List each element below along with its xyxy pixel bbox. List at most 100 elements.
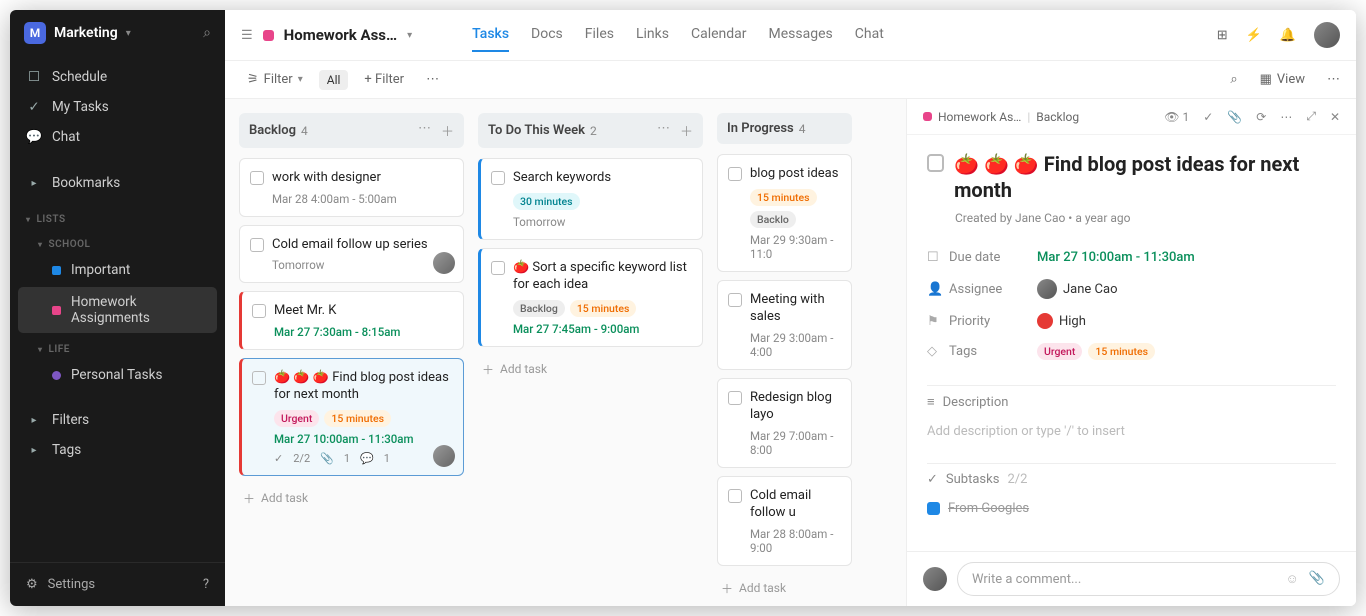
close-icon[interactable]: ✕ — [1330, 110, 1340, 124]
bell-icon[interactable]: 🔔 — [1280, 28, 1296, 43]
tab-docs[interactable]: Docs — [531, 18, 563, 52]
chevron-down-icon[interactable]: ▾ — [407, 30, 412, 41]
add-task-button[interactable]: ＋Add task — [717, 574, 852, 603]
search-icon[interactable]: ⌕ — [1230, 72, 1237, 87]
emoji-icon[interactable]: ☺ — [1286, 571, 1299, 587]
task-complete-checkbox[interactable] — [927, 154, 944, 172]
task-card[interactable]: Cold email follow up series Tomorrow — [239, 225, 464, 284]
task-card[interactable]: Redesign blog layo Mar 29 7:00am - 8:00 — [717, 378, 852, 468]
checkbox[interactable] — [250, 171, 264, 185]
list-important[interactable]: Important — [18, 255, 217, 285]
sidebar-mytasks[interactable]: ✓My Tasks — [18, 92, 217, 122]
task-card[interactable]: Search keywords 30 minutes Tomorrow — [478, 158, 703, 240]
layout-icon: ▦ — [1260, 72, 1272, 87]
subtask-item[interactable]: From Googles — [927, 495, 1336, 522]
checkbox[interactable] — [252, 304, 266, 318]
task-card[interactable]: Meeting with sales Mar 29 3:00am - 4:00 — [717, 280, 852, 370]
checkbox[interactable] — [491, 261, 505, 275]
help-icon[interactable]: ? — [203, 577, 209, 592]
add-filter-button[interactable]: + Filter — [358, 69, 410, 90]
more-icon[interactable]: ⋯ — [1327, 72, 1340, 87]
section-school[interactable]: ▾SCHOOL — [10, 229, 225, 254]
tag-icon: ◇ — [927, 344, 941, 359]
attachment-icon: 📎 — [320, 452, 334, 465]
task-card[interactable]: Cold email follow u Mar 28 8:00am - 9:00 — [717, 476, 852, 566]
column-header[interactable]: To Do This Week 2 ⋯＋ — [478, 113, 703, 148]
add-task-button[interactable]: ＋Add task — [478, 355, 703, 384]
menu-icon[interactable]: ☰ — [241, 28, 253, 43]
filter-all-pill[interactable]: All — [319, 70, 349, 90]
task-card[interactable]: work with designer Mar 28 4:00am - 5:00a… — [239, 158, 464, 217]
card-date: Mar 29 7:00am - 8:00 — [750, 429, 841, 457]
section-lists[interactable]: ▾Lists — [10, 204, 225, 229]
checkbox[interactable] — [728, 167, 742, 181]
view-button[interactable]: ▦View — [1254, 69, 1311, 90]
apps-icon[interactable]: ⊞ — [1217, 28, 1228, 43]
tags-value[interactable]: Urgent15 minutes — [1037, 343, 1155, 360]
add-task-button[interactable]: ＋Add task — [239, 484, 464, 513]
column-header[interactable]: In Progress 4 — [717, 113, 852, 144]
views-count[interactable]: 👁1 — [1164, 110, 1189, 124]
sidebar-bookmarks[interactable]: ▸Bookmarks — [18, 168, 217, 198]
filter-button[interactable]: ⚞Filter▾ — [241, 69, 309, 90]
sidebar-schedule[interactable]: ☐Schedule — [18, 62, 217, 92]
checkbox[interactable] — [728, 293, 742, 307]
list-color-dot — [263, 30, 274, 41]
list-homework[interactable]: Homework Assignments — [18, 287, 217, 333]
task-card[interactable]: 🍅 Sort a specific keyword list for each … — [478, 248, 703, 347]
checkbox[interactable] — [728, 391, 742, 405]
more-icon[interactable]: ⋯ — [418, 121, 431, 140]
comment-input[interactable]: Write a comment... ☺📎 — [957, 562, 1340, 596]
checkbox[interactable] — [491, 171, 505, 185]
tab-calendar[interactable]: Calendar — [691, 18, 747, 52]
check-circle-icon: ✓ — [26, 99, 42, 115]
plus-icon[interactable]: ＋ — [441, 121, 454, 140]
checkbox[interactable] — [728, 489, 742, 503]
checkbox-checked[interactable] — [927, 502, 940, 515]
task-card[interactable]: blog post ideas 15 minutesBacklo Mar 29 … — [717, 154, 852, 272]
user-avatar[interactable] — [1314, 22, 1340, 48]
workspace-switcher[interactable]: M Marketing ▾ — [24, 22, 131, 44]
description-input[interactable]: Add description or type '/' to insert — [927, 418, 1336, 445]
list-color-dot — [52, 266, 61, 275]
chevron-down-icon: ▾ — [38, 240, 43, 249]
check-icon[interactable]: ✓ — [1203, 110, 1213, 124]
tag: 15 minutes — [1088, 343, 1155, 360]
due-date-value[interactable]: Mar 27 10:00am - 11:30am — [1037, 250, 1195, 265]
more-icon[interactable]: ⋯ — [1280, 110, 1292, 124]
sidebar-tags[interactable]: ▸Tags — [18, 435, 217, 465]
attachment-icon[interactable]: 📎 — [1227, 110, 1242, 124]
attachment-icon[interactable]: 📎 — [1309, 571, 1325, 587]
sidebar-chat[interactable]: 💬Chat — [18, 122, 217, 152]
checkbox[interactable] — [252, 371, 266, 385]
expand-icon[interactable]: ⤢ — [1306, 109, 1316, 124]
activity-icon[interactable]: ⟳ — [1256, 110, 1266, 124]
settings-button[interactable]: ⚙Settings ? — [10, 562, 225, 606]
task-card-selected[interactable]: 🍅 🍅 🍅 Find blog post ideas for next mont… — [239, 358, 464, 476]
card-date: Mar 28 8:00am - 9:00 — [750, 527, 841, 555]
page-title[interactable]: Homework Ass… — [284, 26, 397, 44]
tab-chat[interactable]: Chat — [855, 18, 884, 52]
tab-files[interactable]: Files — [585, 18, 614, 52]
priority-flag-icon — [1037, 313, 1053, 329]
sidebar-filters[interactable]: ▸Filters — [18, 405, 217, 435]
comment-bar: Write a comment... ☺📎 — [907, 551, 1356, 606]
list-color-dot — [52, 371, 61, 380]
column-header[interactable]: Backlog 4 ⋯＋ — [239, 113, 464, 148]
more-icon[interactable]: ⋯ — [657, 121, 670, 140]
assignee-value[interactable]: Jane Cao — [1037, 279, 1118, 299]
list-personal[interactable]: Personal Tasks — [18, 360, 217, 390]
tab-messages[interactable]: Messages — [769, 18, 833, 52]
more-icon[interactable]: ⋯ — [420, 69, 445, 90]
priority-value[interactable]: High — [1037, 313, 1086, 329]
search-icon[interactable]: ⌕ — [203, 25, 211, 41]
bolt-icon[interactable]: ⚡ — [1246, 28, 1262, 43]
detail-breadcrumb[interactable]: Homework As… | Backlog — [923, 110, 1079, 124]
plus-icon[interactable]: ＋ — [680, 121, 693, 140]
task-card[interactable]: Meet Mr. K Mar 27 7:30am - 8:15am — [239, 291, 464, 350]
checkbox[interactable] — [250, 238, 264, 252]
tab-tasks[interactable]: Tasks — [472, 18, 509, 52]
section-life[interactable]: ▾LIFE — [10, 334, 225, 359]
task-title[interactable]: 🍅 🍅 🍅 Find blog post ideas for next mont… — [954, 151, 1336, 203]
tab-links[interactable]: Links — [636, 18, 669, 52]
